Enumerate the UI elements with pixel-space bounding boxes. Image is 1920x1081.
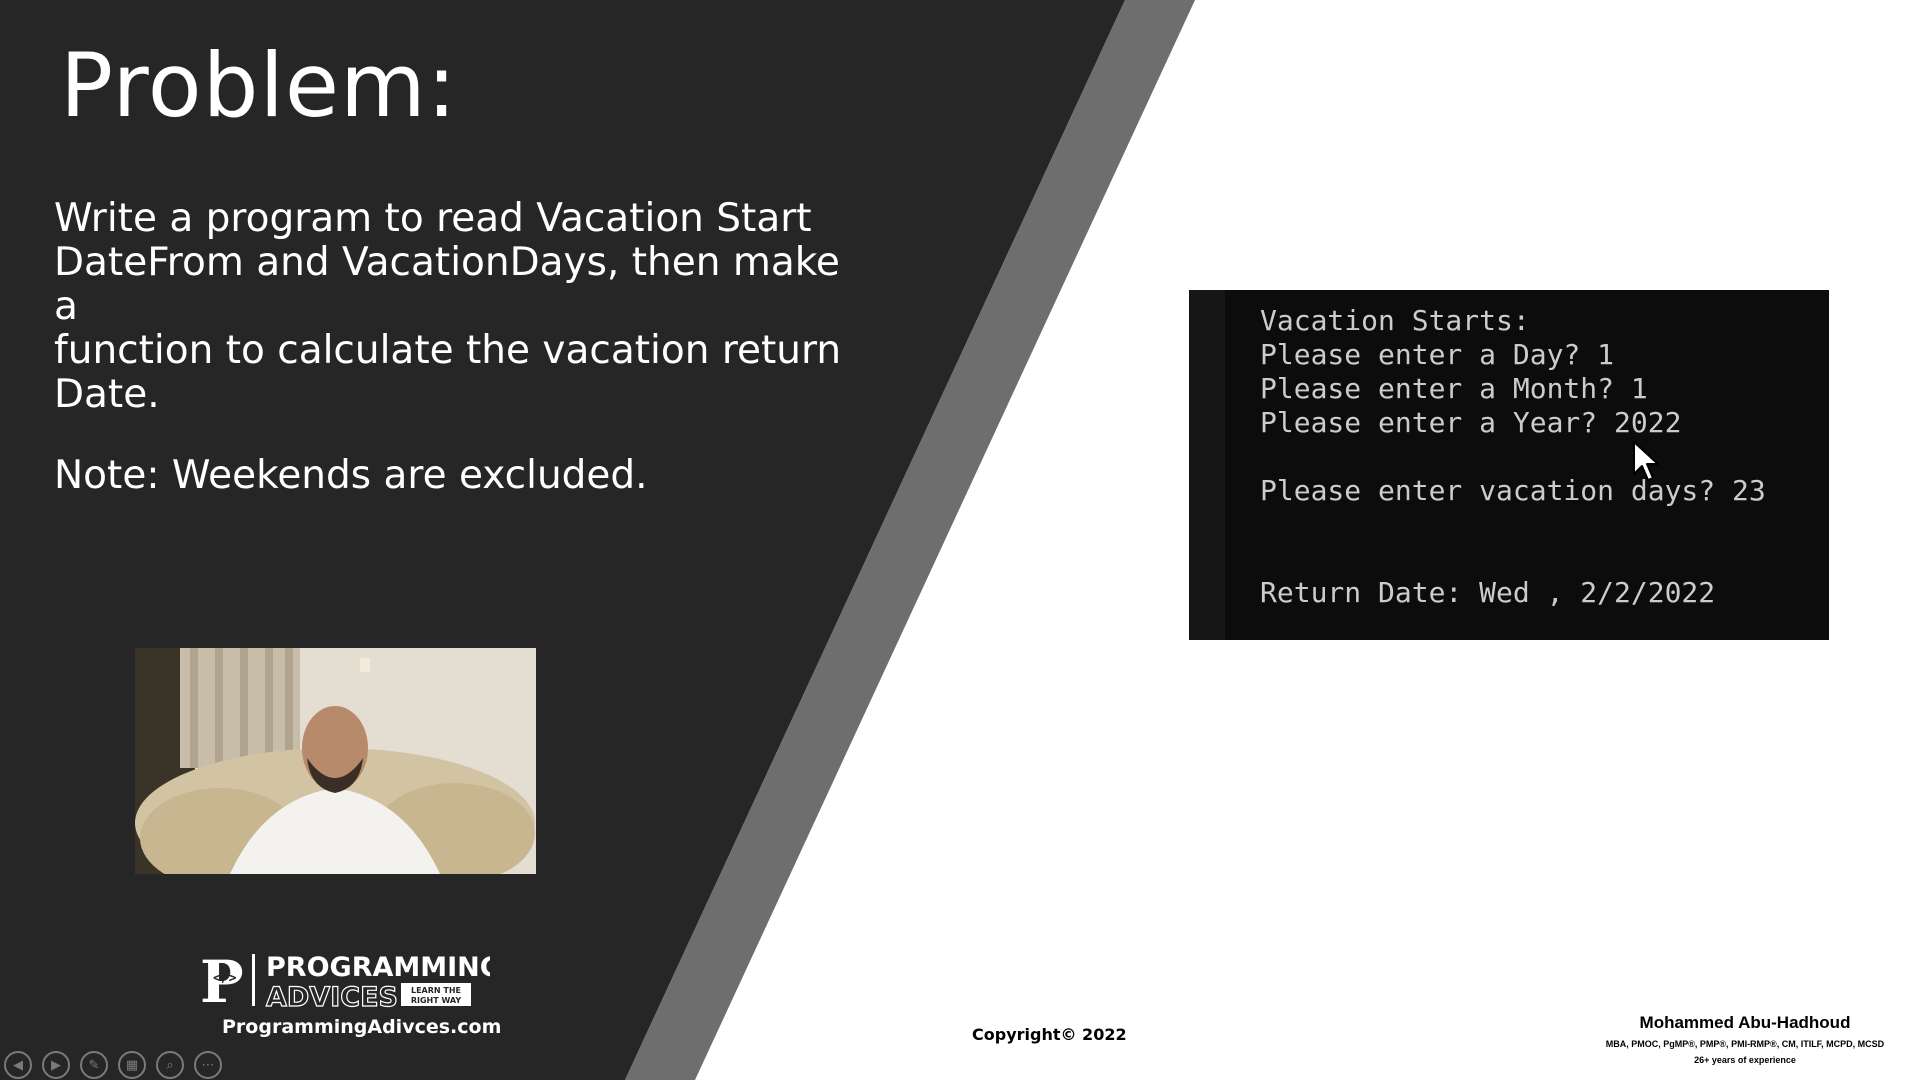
programming-advices-logo: P </> PROGRAMMING ADVICES LEARN THE RIGH… xyxy=(200,950,490,1010)
svg-text:LEARN THE: LEARN THE xyxy=(411,986,461,995)
previous-slide-button[interactable]: ◀ xyxy=(4,1051,32,1079)
more-options-button[interactable]: ⋯ xyxy=(194,1051,222,1079)
author-experience: 26+ years of experience xyxy=(1694,1055,1796,1065)
mouse-cursor-icon xyxy=(1633,441,1659,481)
see-all-slides-button[interactable]: ▦ xyxy=(118,1051,146,1079)
pen-icon: ✎ xyxy=(88,1057,100,1073)
console-output: Vacation Starts: Please enter a Day? 1 P… xyxy=(1189,290,1829,640)
more-options-icon: ⋯ xyxy=(201,1057,215,1073)
problem-line: DateFrom and VacationDays, then make a xyxy=(54,240,840,329)
previous-icon: ◀ xyxy=(13,1057,23,1073)
dark-panel xyxy=(0,0,1125,1080)
svg-text:</>: </> xyxy=(213,971,237,986)
next-icon: ▶ xyxy=(51,1057,61,1073)
svg-text:PROGRAMMING: PROGRAMMING xyxy=(266,952,490,983)
svg-text:RIGHT WAY: RIGHT WAY xyxy=(411,996,462,1005)
console-line: Please enter a Year? 2022 xyxy=(1260,406,1682,439)
website-url: ProgrammingAdivces.com xyxy=(222,1016,502,1038)
pen-tool-button[interactable]: ✎ xyxy=(80,1051,108,1079)
console-line: Vacation Starts: xyxy=(1260,304,1530,337)
slide-title: Problem: xyxy=(60,34,458,137)
note-text: Note: Weekends are excluded. xyxy=(54,453,648,498)
author-credentials: MBA, PMOC, PgMP®, PMP®, PMI-RMP®, CM, IT… xyxy=(1605,1039,1885,1049)
problem-line: Date. xyxy=(54,372,160,417)
author-block: Mohammed Abu-Hadhoud MBA, PMOC, PgMP®, P… xyxy=(1580,1013,1910,1065)
console-line: Please enter a Day? 1 xyxy=(1260,338,1615,371)
zoom-icon: ⌕ xyxy=(166,1057,174,1073)
console-line: Please enter a Month? 1 xyxy=(1260,372,1648,405)
console-line: Return Date: Wed , 2/2/2022 xyxy=(1260,576,1716,609)
problem-line: Write a program to read Vacation Start xyxy=(54,196,812,241)
problem-statement: Write a program to read Vacation Start D… xyxy=(54,197,874,417)
presenter-webcam-video xyxy=(135,648,536,874)
svg-text:ADVICES: ADVICES xyxy=(266,982,398,1010)
zoom-button[interactable]: ⌕ xyxy=(156,1051,184,1079)
presentation-controls: ◀ ▶ ✎ ▦ ⌕ ⋯ xyxy=(4,1051,222,1081)
slides-grid-icon: ▦ xyxy=(125,1057,139,1073)
author-name: Mohammed Abu-Hadhoud xyxy=(1639,1013,1851,1032)
problem-line: function to calculate the vacation retur… xyxy=(54,328,842,373)
presenter-image xyxy=(135,648,536,874)
copyright-text: Copyright© 2022 xyxy=(972,1025,1127,1044)
console-line: Please enter vacation days? 23 xyxy=(1260,474,1766,507)
next-slide-button[interactable]: ▶ xyxy=(42,1051,70,1079)
